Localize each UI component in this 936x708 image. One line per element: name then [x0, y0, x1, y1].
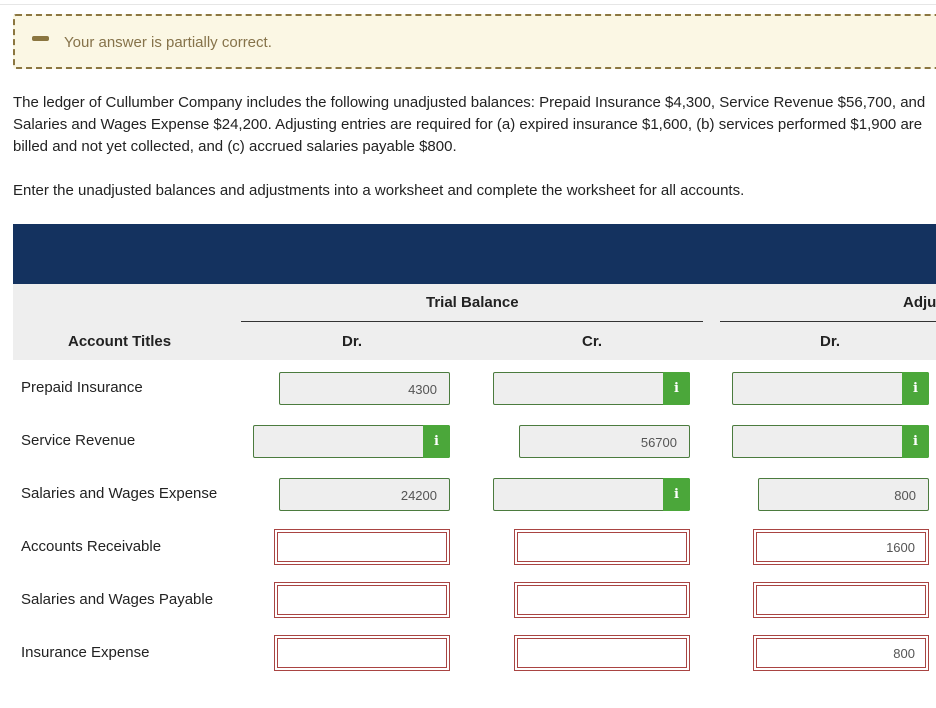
account-title: Insurance Expense [21, 644, 150, 661]
incorrect-field [514, 529, 690, 565]
incorrect-field [274, 582, 450, 618]
amount-input[interactable]: i [253, 425, 450, 458]
header-trial-balance: Trial Balance [426, 294, 519, 311]
feedback-message: Your answer is partially correct. [64, 34, 272, 51]
amount-input[interactable]: 4300 [279, 372, 450, 405]
info-icon[interactable]: i [902, 425, 929, 458]
account-title: Accounts Receivable [21, 538, 162, 555]
amount-input[interactable]: 800 [758, 478, 929, 511]
incorrect-field [274, 529, 450, 565]
amount-input[interactable]: i [493, 372, 690, 405]
amount-value: 4300 [408, 382, 437, 397]
top-divider [0, 4, 936, 5]
info-icon[interactable]: i [902, 372, 929, 405]
amount-value: 800 [894, 488, 916, 503]
incorrect-field [514, 635, 690, 671]
amount-input[interactable]: i [732, 425, 929, 458]
question-instruction: Enter the unadjusted balances and adjust… [13, 182, 745, 199]
account-title: Salaries and Wages Expense [21, 485, 218, 502]
amount-input[interactable]: 800 [756, 638, 926, 668]
incorrect-field: 1600 [753, 529, 929, 565]
incorrect-field: 800 [753, 635, 929, 671]
amount-value: 24200 [400, 488, 437, 503]
incorrect-field [753, 582, 929, 618]
header-tb-cr: Cr. [582, 333, 603, 350]
info-icon[interactable]: i [423, 425, 450, 458]
account-title: Prepaid Insurance [21, 379, 143, 396]
amount-input[interactable] [277, 532, 447, 562]
info-icon[interactable]: i [663, 372, 690, 405]
account-title: Service Revenue [21, 432, 136, 449]
amount-input[interactable]: 1600 [756, 532, 926, 562]
header-account-titles: Account Titles [68, 333, 172, 350]
adjustments-rule [720, 321, 936, 322]
amount-input[interactable] [517, 638, 687, 668]
amount-input[interactable]: i [493, 478, 690, 511]
amount-input[interactable]: 56700 [519, 425, 690, 458]
header-adj-dr: Dr. [820, 333, 841, 350]
incorrect-field [514, 582, 690, 618]
amount-value: 56700 [640, 435, 677, 450]
table-title-band [13, 224, 936, 284]
amount-input[interactable] [277, 585, 447, 615]
header-adjustments: Adju [903, 294, 936, 311]
account-title: Salaries and Wages Payable [21, 591, 214, 608]
amount-input[interactable] [756, 585, 926, 615]
question-text: The ledger of Cullumber Company includes… [13, 94, 926, 155]
amount-input[interactable]: 24200 [279, 478, 450, 511]
trial-balance-rule [241, 321, 703, 322]
amount-input[interactable]: i [732, 372, 929, 405]
incorrect-field [274, 635, 450, 671]
feedback-banner: Your answer is partially correct. [13, 14, 936, 69]
header-tb-dr: Dr. [342, 333, 363, 350]
amount-input[interactable] [517, 585, 687, 615]
amount-input[interactable] [517, 532, 687, 562]
amount-input[interactable] [277, 638, 447, 668]
info-icon[interactable]: i [663, 478, 690, 511]
partial-icon [32, 36, 49, 41]
